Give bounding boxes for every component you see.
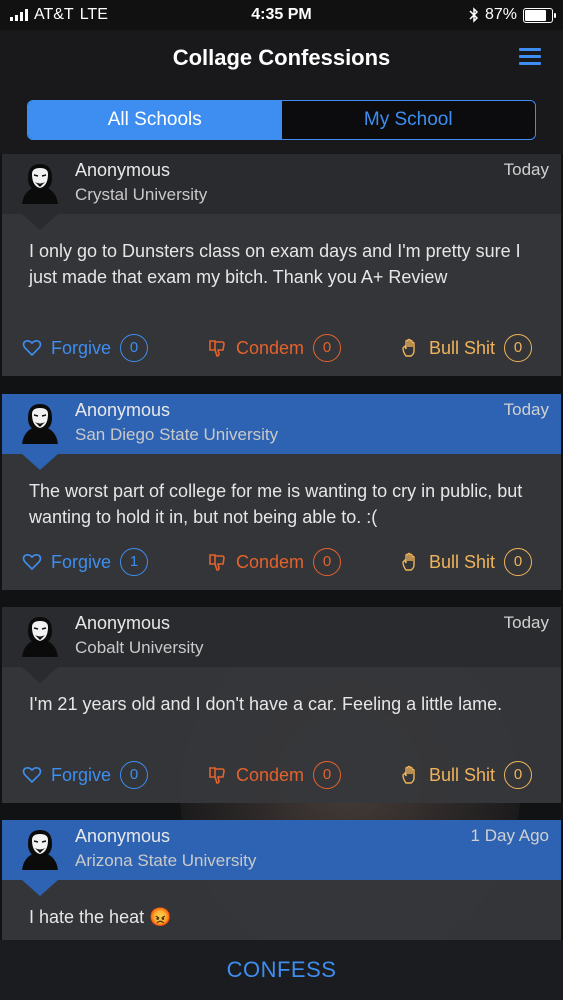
post-time: Today [503, 400, 549, 419]
poster-name: Anonymous [75, 400, 171, 420]
forgive-label: Forgive [51, 764, 112, 785]
card-header: Anonymous Cobalt University Today [2, 607, 561, 667]
confession-text: I hate the heat 😡 [29, 907, 172, 927]
battery-icon [523, 7, 556, 23]
card-header: Anonymous Arizona State University 1 Day… [2, 820, 561, 880]
card-actions: Forgive 1 Condem 0 Bull Shit 0 [2, 548, 561, 582]
bull-shit-button[interactable]: Bull Shit 0 [400, 761, 533, 789]
poster-name: Anonymous [75, 160, 171, 180]
condemn-button[interactable]: Condem 0 [207, 334, 342, 362]
poster-school: San Diego State University [75, 425, 279, 444]
anonymous-mask-avatar-icon [22, 830, 58, 870]
thumbs-down-icon [209, 767, 225, 784]
confession-card: Anonymous Arizona State University 1 Day… [2, 820, 561, 940]
bull-shit-count: 0 [504, 334, 533, 362]
bull-shit-label: Bull Shit [429, 337, 496, 358]
card-actions: Forgive 0 Condem 0 Bull Shit 0 [2, 761, 561, 795]
bull-shit-count: 0 [504, 548, 533, 576]
confession-card: Anonymous San Diego State University Tod… [2, 394, 561, 590]
bluetooth-icon [469, 7, 479, 23]
poster-school: Crystal University [75, 185, 208, 204]
thumbs-down-icon [209, 340, 225, 357]
tab-my-school[interactable]: My School [281, 101, 535, 139]
condemn-button[interactable]: Condem 0 [207, 761, 342, 789]
card-header: Anonymous San Diego State University Tod… [2, 394, 561, 454]
anonymous-mask-avatar-icon [22, 617, 58, 657]
bull-shit-button[interactable]: Bull Shit 0 [400, 548, 533, 576]
forgive-count: 0 [120, 334, 149, 362]
tab-all-schools[interactable]: All Schools [28, 101, 282, 139]
app-title: Collage Confessions [172, 45, 391, 70]
post-time: 1 Day Ago [470, 826, 549, 845]
bull-shit-label: Bull Shit [429, 764, 496, 785]
confession-feed[interactable]: Anonymous Crystal University Today I onl… [0, 154, 563, 940]
hamburger-menu-icon[interactable] [519, 48, 541, 66]
poster-school: Cobalt University [75, 638, 204, 657]
heart-icon [22, 339, 42, 357]
confession-card: Anonymous Cobalt University Today I'm 21… [2, 607, 561, 803]
anonymous-mask-avatar-icon [22, 404, 58, 444]
poster-school: Arizona State University [75, 851, 257, 870]
raised-hand-icon [402, 765, 415, 784]
battery-percent: 87% [484, 6, 517, 23]
forgive-label: Forgive [51, 337, 112, 358]
bull-shit-count: 0 [504, 761, 533, 789]
heart-icon [22, 766, 42, 784]
poster-name: Anonymous [75, 613, 171, 633]
bull-shit-button[interactable]: Bull Shit 0 [400, 334, 533, 362]
forgive-button[interactable]: Forgive 0 [22, 334, 149, 362]
confession-card: Anonymous Crystal University Today I onl… [2, 154, 561, 376]
condemn-label: Condem [236, 337, 305, 358]
poster-name: Anonymous [75, 826, 171, 846]
forgive-button[interactable]: Forgive 0 [22, 761, 149, 789]
forgive-count: 0 [120, 761, 149, 789]
card-header: Anonymous Crystal University Today [2, 154, 561, 214]
bottom-bar: CONFESS [0, 940, 563, 1000]
condemn-count: 0 [313, 334, 342, 362]
thumbs-down-icon [209, 554, 225, 571]
card-actions: Forgive 0 Condem 0 Bull Shit 0 [2, 334, 561, 368]
confession-text: I only go to Dunsters class on exam days… [29, 241, 521, 287]
confess-button[interactable]: CONFESS [0, 940, 563, 1000]
condemn-label: Condem [236, 551, 305, 572]
forgive-count: 1 [120, 548, 149, 576]
condemn-count: 0 [313, 761, 342, 789]
nav-header: Collage Confessions [0, 30, 563, 86]
raised-hand-icon [402, 338, 415, 357]
heart-icon [22, 553, 42, 571]
confession-text: The worst part of college for me is want… [29, 481, 523, 527]
anonymous-mask-avatar-icon [22, 164, 58, 204]
condemn-button[interactable]: Condem 0 [207, 548, 342, 576]
status-bar: AT&T LTE 4:35 PM 87% [0, 0, 563, 30]
confession-text: I'm 21 years old and I don't have a car.… [29, 694, 503, 714]
forgive-button[interactable]: Forgive 1 [22, 548, 149, 576]
forgive-label: Forgive [51, 551, 112, 572]
school-filter: All Schools My School [0, 86, 563, 154]
bull-shit-label: Bull Shit [429, 551, 496, 572]
condemn-count: 0 [313, 548, 342, 576]
post-time: Today [503, 160, 549, 179]
condemn-label: Condem [236, 764, 305, 785]
raised-hand-icon [402, 552, 415, 571]
post-time: Today [503, 613, 549, 632]
